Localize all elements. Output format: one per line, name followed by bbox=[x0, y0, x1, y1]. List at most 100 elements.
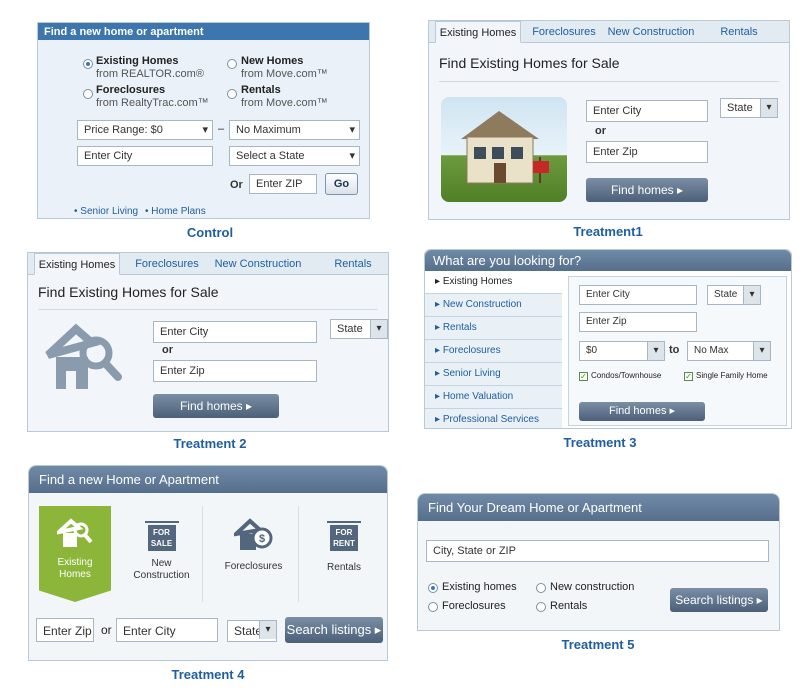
t2-find-homes-button[interactable]: Find homes ▸ bbox=[153, 394, 279, 418]
t3-menu-label: Foreclosures bbox=[442, 345, 501, 356]
t3-menu-label: Senior Living bbox=[442, 368, 501, 379]
t5-search-input[interactable]: City, State or ZIP bbox=[426, 540, 769, 562]
option-new-homes-title: New Homes bbox=[241, 55, 304, 67]
t3-condos-label: Condos/Townhouse bbox=[591, 371, 662, 380]
t3-city-input[interactable]: Enter City bbox=[579, 285, 697, 305]
t3-condos-checkbox[interactable]: ✓ bbox=[579, 372, 588, 381]
t3-menu-arrow-icon: ▸ bbox=[435, 322, 443, 333]
t3-zip-input[interactable]: Enter Zip bbox=[579, 312, 697, 332]
max-price-select[interactable]: No Maximum bbox=[229, 120, 360, 140]
t5-radio-rentals-label: Rentals bbox=[550, 600, 588, 612]
t5-radio-rentals[interactable] bbox=[536, 602, 546, 612]
t3-menu-professional-services[interactable]: ▸ Professional Services bbox=[425, 409, 562, 428]
t4-cat-rentals[interactable]: FOR RENT Rentals bbox=[305, 506, 383, 602]
t1-tab-foreclosures[interactable]: Foreclosures bbox=[529, 21, 599, 43]
t3-min-price-select[interactable]: $0 bbox=[579, 341, 665, 361]
radio-rentals[interactable] bbox=[227, 89, 237, 99]
t3-menu-home-valuation[interactable]: ▸ Home Valuation bbox=[425, 386, 562, 409]
for-rent-sign-icon: FOR RENT bbox=[327, 518, 361, 552]
treatment5-caption: Treatment 5 bbox=[561, 637, 635, 652]
house-photo bbox=[441, 97, 567, 202]
t5-radio-existing-homes-label: Existing homes bbox=[442, 581, 517, 593]
treatment1-panel: Existing Homes Foreclosures New Construc… bbox=[428, 20, 790, 220]
t2-tab-new-construction[interactable]: New Construction bbox=[211, 253, 305, 275]
t2-tab-existing-homes[interactable]: Existing Homes bbox=[34, 253, 120, 275]
t2-city-input[interactable]: Enter City bbox=[153, 321, 317, 343]
t3-menu-arrow-icon: ▸ bbox=[435, 276, 443, 287]
t3-menu-label: Professional Services bbox=[442, 414, 539, 425]
control-caption: Control bbox=[186, 225, 234, 240]
t4-cat-label: Existing Homes bbox=[57, 557, 93, 580]
t5-radio-foreclosures[interactable] bbox=[428, 602, 438, 612]
t1-city-input[interactable]: Enter City bbox=[586, 100, 708, 122]
treatment3-panel: What are you looking for? ▸ Existing Hom… bbox=[424, 249, 792, 429]
t3-find-homes-button[interactable]: Find homes ▸ bbox=[579, 402, 705, 421]
t3-menu-arrow-icon: ▸ bbox=[435, 345, 443, 356]
t1-tab-rentals[interactable]: Rentals bbox=[714, 21, 764, 43]
t3-menu: ▸ Existing Homes ▸ New Construction ▸ Re… bbox=[425, 271, 562, 428]
home-plans-link[interactable]: • Home Plans bbox=[145, 206, 206, 217]
radio-foreclosures[interactable] bbox=[83, 89, 93, 99]
t2-title: Find Existing Homes for Sale bbox=[38, 284, 219, 300]
city-input[interactable]: Enter City bbox=[77, 146, 213, 166]
option-foreclosures-sub: from RealtyTrac.com™ bbox=[96, 97, 209, 109]
for-sale-sign-icon: FOR SALE bbox=[144, 518, 179, 552]
go-button[interactable]: Go bbox=[325, 173, 358, 195]
t3-state-select[interactable]: State bbox=[707, 285, 761, 305]
t3-menu-arrow-icon: ▸ bbox=[435, 299, 443, 310]
t3-menu-existing-homes[interactable]: ▸ Existing Homes bbox=[425, 271, 562, 294]
t3-max-price-select[interactable]: No Max bbox=[687, 341, 771, 361]
house-search-icon bbox=[42, 319, 122, 391]
t2-tab-foreclosures[interactable]: Foreclosures bbox=[132, 253, 202, 275]
t3-menu-label: Rentals bbox=[442, 322, 477, 333]
t1-zip-input[interactable]: Enter Zip bbox=[586, 141, 708, 163]
t2-tab-rentals[interactable]: Rentals bbox=[328, 253, 378, 275]
treatment1-caption: Treatment1 bbox=[573, 224, 643, 239]
t3-header: What are you looking for? bbox=[425, 250, 791, 271]
t5-radio-new-construction[interactable] bbox=[536, 583, 546, 593]
t1-tab-new-construction[interactable]: New Construction bbox=[605, 21, 697, 43]
t4-cat-new-construction[interactable]: FOR SALE New Construction bbox=[121, 506, 203, 602]
house-search-icon bbox=[52, 518, 93, 547]
sale-sign-text: FOR SALE bbox=[147, 525, 176, 551]
option-existing-homes-title: Existing Homes bbox=[96, 55, 179, 67]
t2-zip-input[interactable]: Enter Zip bbox=[153, 360, 317, 382]
option-rentals-title: Rentals bbox=[241, 84, 281, 96]
radio-new-homes[interactable] bbox=[227, 59, 237, 69]
option-rentals-sub: from Move.com™ bbox=[241, 97, 328, 109]
t4-header: Find a new Home or Apartment bbox=[29, 466, 387, 493]
t2-or-label: or bbox=[162, 344, 173, 356]
t3-menu-foreclosures[interactable]: ▸ Foreclosures bbox=[425, 340, 562, 363]
t3-menu-senior-living[interactable]: ▸ Senior Living bbox=[425, 363, 562, 386]
t2-tabs: Existing Homes Foreclosures New Construc… bbox=[28, 253, 388, 275]
t5-search-listings-button[interactable]: Search listings ▸ bbox=[670, 588, 768, 612]
t4-cat-foreclosures[interactable]: $ Foreclosures bbox=[209, 506, 299, 602]
treatment3-caption: Treatment 3 bbox=[563, 435, 637, 450]
senior-living-link[interactable]: • Senior Living bbox=[74, 206, 138, 217]
t4-cat-existing-homes[interactable]: Existing Homes bbox=[39, 506, 111, 602]
t1-tab-existing-homes[interactable]: Existing Homes bbox=[435, 21, 521, 43]
t3-menu-rentals[interactable]: ▸ Rentals bbox=[425, 317, 562, 340]
t5-radio-existing-homes[interactable] bbox=[428, 583, 438, 593]
state-select[interactable]: Select a State bbox=[229, 146, 360, 166]
house-dollar-icon: $ bbox=[229, 518, 272, 550]
t4-state-select[interactable]: State bbox=[227, 620, 277, 642]
zip-input[interactable]: Enter ZIP bbox=[249, 174, 317, 194]
radio-existing-homes[interactable] bbox=[83, 59, 93, 69]
price-range-select[interactable]: Price Range: $0 bbox=[77, 120, 213, 140]
t3-menu-new-construction[interactable]: ▸ New Construction bbox=[425, 294, 562, 317]
t4-search-listings-button[interactable]: Search listings ▸ bbox=[285, 617, 383, 643]
option-foreclosures-title: Foreclosures bbox=[96, 84, 166, 96]
t2-state-select[interactable]: State bbox=[330, 319, 388, 339]
t3-menu-label: Existing Homes bbox=[442, 276, 513, 287]
rent-sign-text: FOR RENT bbox=[330, 525, 358, 551]
t4-city-input[interactable]: Enter City bbox=[116, 618, 218, 642]
t4-zip-input[interactable]: Enter Zip bbox=[36, 618, 94, 642]
t4-or-label: or bbox=[101, 623, 112, 637]
t2-divider bbox=[38, 309, 378, 310]
treatment2-caption: Treatment 2 bbox=[173, 436, 247, 451]
t3-single-family-label: Single Family Home bbox=[696, 371, 768, 380]
t3-single-family-checkbox[interactable]: ✓ bbox=[684, 372, 693, 381]
t1-state-select[interactable]: State bbox=[720, 98, 778, 118]
t1-find-homes-button[interactable]: Find homes ▸ bbox=[586, 178, 708, 202]
